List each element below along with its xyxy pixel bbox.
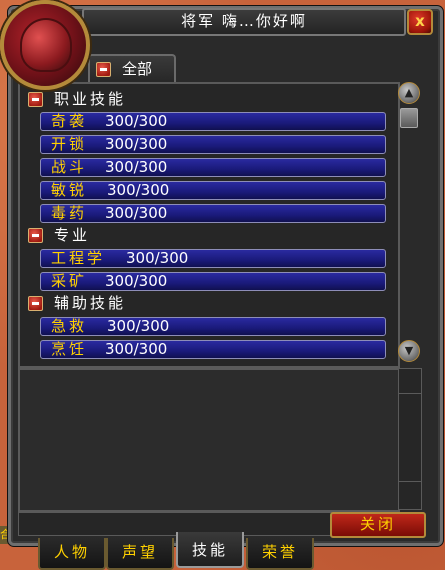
skill-row[interactable]: 战斗 300/300: [40, 158, 386, 177]
collapse-all-icon[interactable]: [96, 62, 111, 77]
skill-name: 烹饪: [51, 340, 88, 358]
skill-value: 300/300: [107, 317, 170, 335]
scroll-up-icon[interactable]: ▲: [398, 82, 420, 104]
scroll-down-icon[interactable]: ▼: [398, 340, 420, 362]
group-label: 辅助技能: [54, 294, 127, 312]
detail-divider: [399, 393, 421, 394]
skill-list: 职业技能 奇袭 300/300 开锁 300/300 战斗 300/300 敏锐…: [18, 82, 400, 368]
collapse-icon[interactable]: [28, 92, 43, 107]
window-title: 将军 嗨…你好啊: [82, 8, 406, 36]
skill-value: 300/300: [105, 158, 168, 176]
group-label: 职业技能: [54, 90, 127, 108]
skill-value: 300/300: [126, 249, 189, 267]
skill-name: 工程学: [51, 249, 106, 267]
close-x-button[interactable]: x: [407, 9, 433, 35]
filter-all-label: 全部: [122, 60, 153, 78]
skill-row[interactable]: 采矿 300/300: [40, 272, 386, 291]
tab-honor[interactable]: 荣誉: [246, 538, 314, 570]
skill-value: 300/300: [107, 181, 170, 199]
skill-list-scrollbar[interactable]: ▲ ▼: [398, 82, 420, 364]
skill-name: 战斗: [51, 158, 88, 176]
skill-name: 开锁: [51, 135, 88, 153]
skill-value: 300/300: [105, 112, 168, 130]
skill-detail-panel: [18, 368, 400, 512]
detail-divider: [399, 481, 421, 482]
skill-name: 毒药: [51, 204, 88, 222]
filter-all-tab[interactable]: 全部: [88, 54, 176, 84]
skill-row[interactable]: 烹饪 300/300: [40, 340, 386, 359]
skill-row[interactable]: 开锁 300/300: [40, 135, 386, 154]
tab-reputation[interactable]: 声望: [106, 538, 174, 570]
skill-row[interactable]: 敏锐 300/300: [40, 181, 386, 200]
detail-scrollbar[interactable]: [398, 368, 422, 510]
group-label: 专业: [54, 226, 91, 244]
skill-name: 采矿: [51, 272, 88, 290]
skill-row[interactable]: 毒药 300/300: [40, 204, 386, 223]
tab-skills[interactable]: 技能: [176, 532, 244, 568]
skill-row[interactable]: 急救 300/300: [40, 317, 386, 336]
skill-name: 急救: [51, 317, 88, 335]
skill-name: 奇袭: [51, 112, 88, 130]
skill-value: 300/300: [105, 135, 168, 153]
skill-value: 300/300: [105, 340, 168, 358]
collapse-icon[interactable]: [28, 296, 43, 311]
skill-row[interactable]: 奇袭 300/300: [40, 112, 386, 131]
skill-row[interactable]: 工程学 300/300: [40, 249, 386, 268]
scroll-thumb[interactable]: [400, 108, 418, 128]
skill-value: 300/300: [105, 272, 168, 290]
close-button[interactable]: 关闭: [330, 512, 426, 538]
collapse-icon[interactable]: [28, 228, 43, 243]
skill-value: 300/300: [105, 204, 168, 222]
skill-name: 敏锐: [51, 181, 88, 199]
helmet-icon: [20, 18, 72, 72]
character-portrait: [0, 0, 90, 90]
tab-character[interactable]: 人物: [38, 538, 106, 570]
